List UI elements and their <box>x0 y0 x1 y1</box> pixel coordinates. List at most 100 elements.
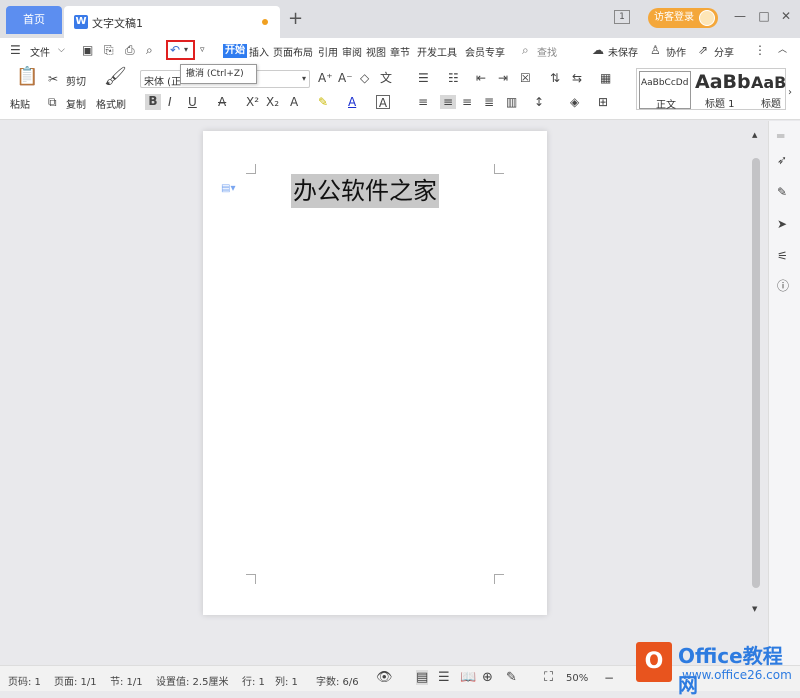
highlight-icon[interactable]: ✎ <box>318 95 328 109</box>
align-right-icon[interactable]: ≡ <box>462 95 472 109</box>
bullet-list-icon[interactable]: ☰ <box>418 71 429 85</box>
copy-button[interactable]: 复制 <box>66 96 86 111</box>
help-icon[interactable]: ⓘ <box>777 279 789 293</box>
copy-icon[interactable]: ⧉ <box>48 95 57 109</box>
section-count[interactable]: 节: 1/1 <box>110 673 143 688</box>
row-number[interactable]: 行: 1 <box>242 673 265 688</box>
page-view-icon[interactable]: ▤ <box>416 670 429 685</box>
file-menu[interactable]: 文件 <box>30 44 50 59</box>
align-left-icon[interactable]: ≡ <box>418 95 428 109</box>
cursor-icon[interactable]: ➤ <box>777 217 787 231</box>
reading-view-icon[interactable]: 📖 <box>460 670 476 685</box>
font-color-icon[interactable]: A <box>348 95 356 109</box>
shrink-font-icon[interactable]: A⁻ <box>338 71 353 85</box>
style-heading[interactable]: AaB 标题 <box>751 71 787 109</box>
grow-font-icon[interactable]: A⁺ <box>318 71 333 85</box>
column-number[interactable]: 列: 1 <box>275 673 298 688</box>
tab-developer[interactable]: 开发工具 <box>417 44 457 59</box>
page-count[interactable]: 页面: 1/1 <box>54 673 97 688</box>
char-border-icon[interactable]: A <box>376 95 390 110</box>
scroll-thumb[interactable] <box>752 158 760 588</box>
strikethrough-icon[interactable]: A <box>218 95 226 109</box>
paragraph-handle-icon[interactable]: ▤▾ <box>221 183 235 194</box>
adjust-icon[interactable]: ⚟ <box>777 249 788 263</box>
tab-page-layout[interactable]: 页面布局 <box>273 44 313 59</box>
increase-indent-icon[interactable]: ⇥ <box>498 71 508 85</box>
tab-home[interactable]: 首页 <box>6 6 62 34</box>
text-effect-icon[interactable]: A <box>290 95 298 109</box>
phonetic-icon[interactable]: 文 <box>380 71 392 85</box>
pen-icon[interactable]: ✎ <box>777 185 787 199</box>
cut-button[interactable]: 剪切 <box>66 73 86 88</box>
print-preview-icon[interactable]: ⌕ <box>146 43 153 57</box>
format-painter-button[interactable]: 格式刷 <box>96 96 126 111</box>
new-tab-button[interactable]: + <box>288 8 303 29</box>
menu-icon[interactable]: ☰ <box>10 43 21 57</box>
window-count-icon[interactable]: 1 <box>614 10 630 24</box>
clear-format-icon[interactable]: ◇ <box>360 71 369 85</box>
tab-document[interactable]: W 文字文稿1 <box>64 6 280 38</box>
border-icon[interactable]: ⊞ <box>598 95 608 109</box>
fit-page-icon[interactable]: ⛶ <box>544 670 553 685</box>
numbered-list-icon[interactable]: ☷ <box>448 71 459 85</box>
collapse-ribbon-icon[interactable]: ︿ <box>778 43 787 57</box>
tab-member[interactable]: 会员专享 <box>465 44 505 59</box>
print-icon[interactable]: ⎙ <box>125 43 135 57</box>
decrease-indent-icon[interactable]: ⇤ <box>476 71 486 85</box>
tab-review[interactable]: 审阅 <box>342 44 362 59</box>
collaborate-button[interactable]: 协作 <box>666 44 686 59</box>
paragraph-mark-icon[interactable]: ⇆ <box>572 71 582 85</box>
word-count[interactable]: 字数: 6/6 <box>316 673 359 688</box>
write-mode-icon[interactable]: ✎ <box>506 670 517 685</box>
vertical-scrollbar[interactable]: ▲ ▼ <box>750 128 762 628</box>
more-icon[interactable]: ⋮ <box>754 43 766 57</box>
save-icon[interactable]: ▣ <box>82 43 93 57</box>
login-button[interactable]: 访客登录 <box>648 8 718 28</box>
document-page[interactable]: ▤▾ 办公软件之家 <box>203 131 547 615</box>
style-heading-1[interactable]: AaBb 标题 1 <box>695 71 751 110</box>
minimize-button[interactable]: — <box>732 8 748 24</box>
customize-toolbar-icon[interactable]: ▿ <box>200 43 205 57</box>
justify-icon[interactable]: ≣ <box>484 95 494 109</box>
sort-icon[interactable]: ⇅ <box>550 71 560 85</box>
scroll-down-icon[interactable]: ▼ <box>752 602 757 616</box>
document-text[interactable]: 办公软件之家 <box>291 174 439 208</box>
rocket-icon[interactable]: ➶ <box>777 153 787 167</box>
paste-button[interactable]: 粘贴 <box>10 96 30 111</box>
paste-icon[interactable]: 📋 <box>16 68 38 86</box>
distribute-icon[interactable]: ▥ <box>506 95 517 109</box>
share-button[interactable]: 分享 <box>714 44 734 59</box>
italic-icon[interactable]: I <box>168 95 172 109</box>
zoom-out-icon[interactable]: − <box>604 671 614 685</box>
eye-icon[interactable]: 👁 <box>376 670 393 685</box>
tab-insert[interactable]: 插入 <box>249 44 269 59</box>
setting-value[interactable]: 设置值: 2.5厘米 <box>156 673 228 688</box>
export-icon[interactable]: ⎘ <box>104 43 114 57</box>
chevron-down-icon[interactable]: ⌵ <box>58 43 65 57</box>
page-number[interactable]: 页码: 1 <box>8 673 41 688</box>
tab-sections[interactable]: 章节 <box>390 44 410 59</box>
table-icon[interactable]: ▦ <box>600 71 611 85</box>
zoom-level[interactable]: 50% <box>566 673 588 684</box>
close-button[interactable]: ✕ <box>778 8 794 24</box>
style-normal[interactable]: AaBbCcDd 正文 <box>639 71 691 111</box>
underline-icon[interactable]: U <box>188 95 197 109</box>
outline-view-icon[interactable]: ☰ <box>438 670 450 685</box>
chevron-right-icon[interactable]: › <box>788 86 792 100</box>
scroll-up-icon[interactable]: ▲ <box>752 128 757 142</box>
tab-references[interactable]: 引用 <box>318 44 338 59</box>
search-icon[interactable]: ⌕ <box>522 43 529 57</box>
unsaved-status[interactable]: 未保存 <box>608 44 638 59</box>
format-painter-icon[interactable]: 🖌 <box>104 68 127 86</box>
bold-icon[interactable]: B <box>145 94 161 110</box>
search-label[interactable]: 查找 <box>537 44 557 59</box>
maximize-button[interactable]: □ <box>756 8 772 24</box>
shading-icon[interactable]: ◈ <box>570 95 579 109</box>
tab-start[interactable]: 开始 <box>223 44 247 58</box>
chinese-layout-icon[interactable]: ☒ <box>520 71 531 85</box>
scissors-icon[interactable]: ✂ <box>48 72 58 86</box>
line-spacing-icon[interactable]: ↕ <box>534 95 544 109</box>
web-view-icon[interactable]: ⊕ <box>482 670 493 685</box>
subscript-icon[interactable]: X₂ <box>266 95 279 109</box>
superscript-icon[interactable]: X² <box>246 95 259 109</box>
